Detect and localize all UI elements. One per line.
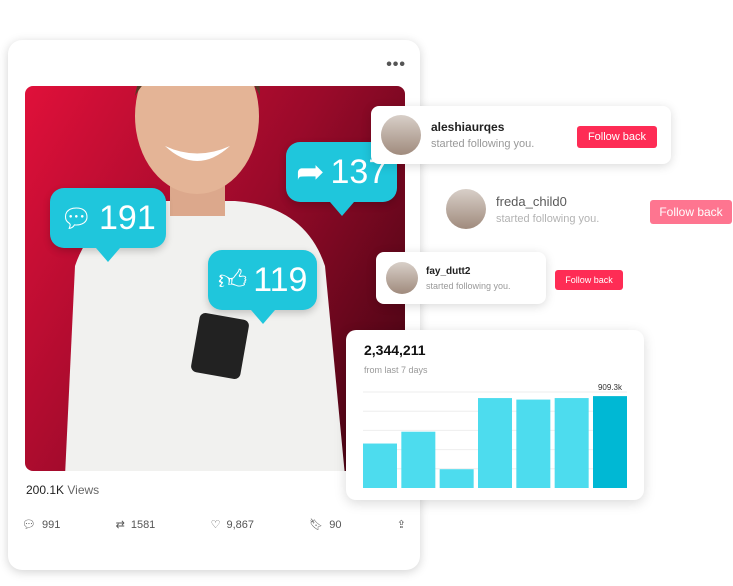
- save-button[interactable]: 🔖︎ 90: [309, 518, 341, 532]
- avatar: [381, 115, 421, 155]
- bar[interactable]: [439, 469, 474, 488]
- follow-back-button[interactable]: Follow back: [577, 126, 657, 148]
- follow-back-button[interactable]: Follow back: [555, 270, 623, 290]
- views-stats-card: 2,344,211 from last 7 days 909.3k: [346, 330, 644, 500]
- comment-icon: 💬︎: [60, 202, 94, 233]
- share-icon: ⇪: [396, 519, 406, 531]
- bar[interactable]: [363, 443, 397, 488]
- comment-icon: 💬︎: [22, 519, 36, 531]
- share-arrow-icon: ➦: [296, 153, 325, 191]
- bar[interactable]: [593, 396, 627, 488]
- thumbs-up-icon: 👍︎: [218, 264, 248, 295]
- notification-item: freda_child0 started following you. Follo…: [440, 180, 733, 238]
- bar[interactable]: [516, 399, 551, 488]
- follow-back-button[interactable]: Follow back: [650, 200, 732, 224]
- likes-bubble: 👍︎ 119: [208, 250, 318, 324]
- notification-item: aleshiaurqes started following you. Follo…: [371, 106, 671, 164]
- views-bar-chart: 909.3k: [363, 383, 627, 488]
- comment-button[interactable]: 💬︎ 991: [22, 518, 60, 532]
- bar[interactable]: [554, 398, 589, 488]
- repost-button[interactable]: ⇄ 1581: [115, 518, 156, 532]
- notification-item: fay_dutt2 started following you.: [376, 252, 546, 304]
- views-count: 200.1K Views: [26, 483, 100, 497]
- heart-icon: ♡: [210, 519, 221, 531]
- repost-icon: ⇄: [115, 519, 125, 531]
- more-options-icon[interactable]: •••: [386, 56, 406, 74]
- share-button[interactable]: ⇪: [397, 518, 406, 531]
- comments-bubble: 💬︎ 191: [50, 188, 166, 262]
- avatar: [446, 189, 486, 229]
- bar[interactable]: [401, 431, 436, 488]
- bookmark-icon: 🔖︎: [309, 519, 324, 531]
- like-button[interactable]: ♡ 9,867: [210, 518, 254, 532]
- avatar: [386, 262, 418, 294]
- bar-data-label: 909.3k: [598, 383, 623, 392]
- bar[interactable]: [478, 398, 512, 488]
